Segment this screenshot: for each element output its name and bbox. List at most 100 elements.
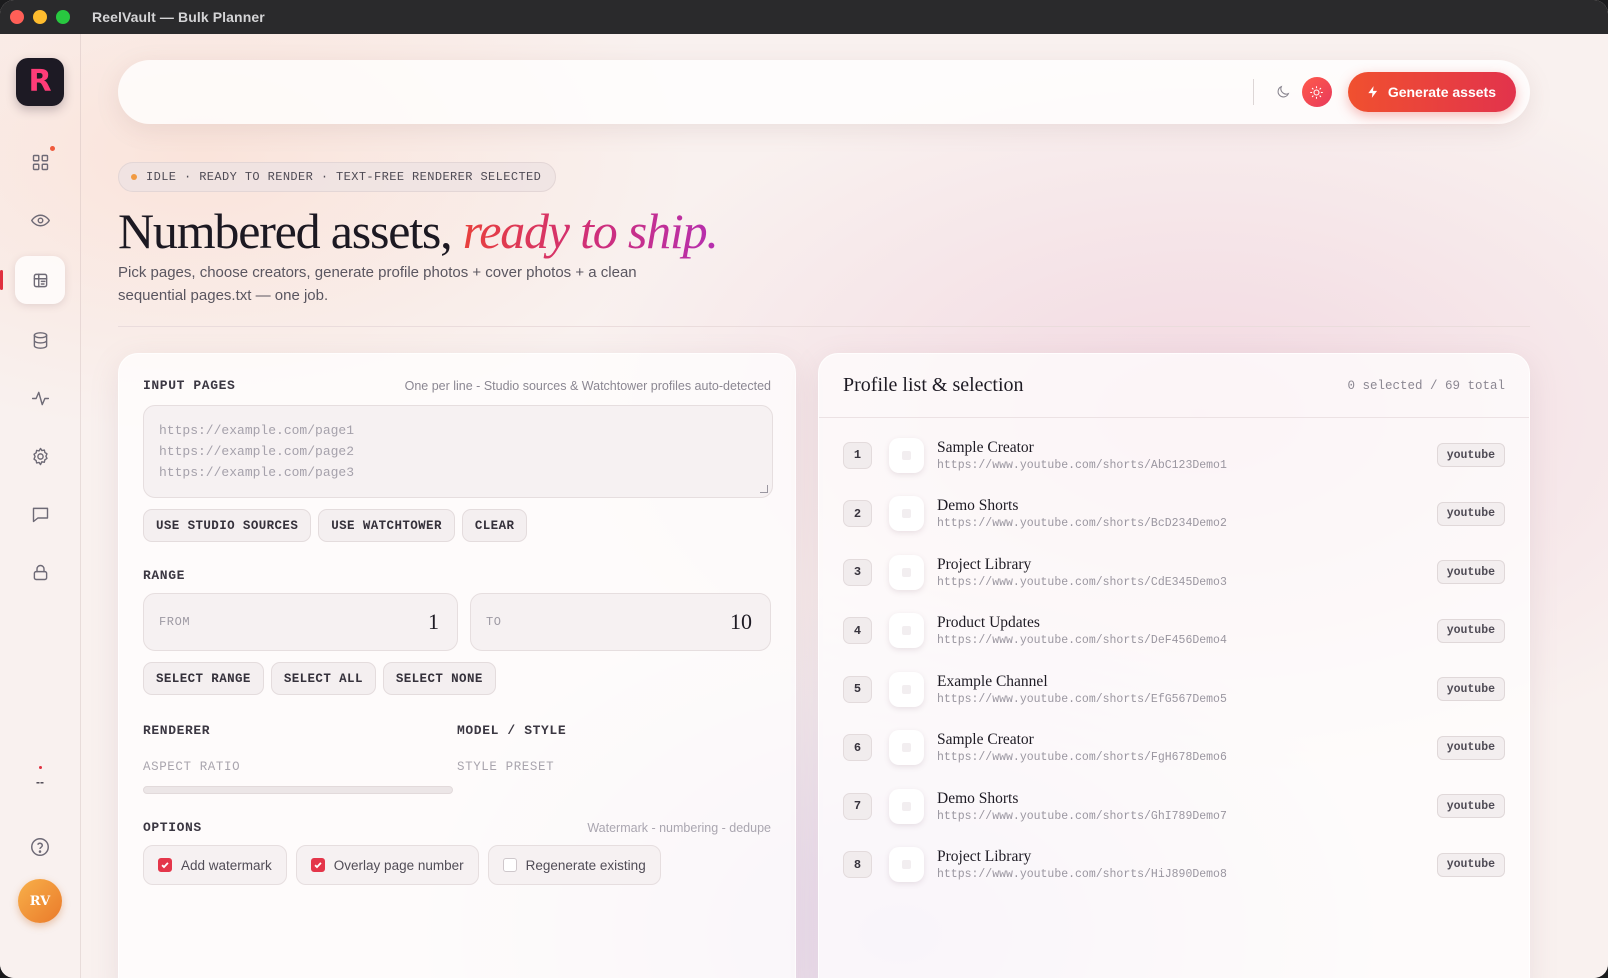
sidebar-item-messages[interactable] [15, 492, 65, 536]
profile-name: Project Library [937, 848, 1032, 866]
model-style-label: MODEL / STYLE [457, 723, 567, 738]
use-watchtower-button[interactable]: USE WATCHTOWER [318, 509, 455, 542]
topbar-divider [1252, 79, 1254, 105]
profile-url: https://www.youtube.com/shorts/EfG567Dem… [937, 692, 1227, 706]
sidebar-item-activity[interactable] [15, 376, 65, 420]
profile-list-header: Profile list & selection 0 selected / 69… [819, 354, 1529, 418]
profile-name: Example Channel [937, 672, 1048, 690]
profile-row[interactable]: 4 Product Updates https://www.youtube.com/… [843, 602, 1505, 661]
zoom-window-button[interactable] [56, 10, 70, 24]
sidebar-item-bulk-planner[interactable] [0, 256, 65, 304]
profile-info: Project Library https://www.youtube.com/s… [937, 848, 1437, 881]
overlay-page-number-option[interactable]: Overlay page number [295, 845, 479, 885]
regenerate-existing-label: Regenerate existing [525, 857, 646, 873]
range-from-input[interactable]: FROM 1 [143, 593, 458, 651]
renderer-column: RENDERER ASPECT RATIO [143, 723, 457, 794]
app-window: ReelVault — Bulk Planner R -- RV Generat… [0, 0, 1608, 978]
sidebar-item-security[interactable] [15, 550, 65, 594]
profile-list: 1 Sample Creator https://www.youtube.com/s… [819, 426, 1529, 894]
profile-name: Product Updates [937, 614, 1040, 632]
app-logo[interactable]: R [16, 58, 64, 106]
resize-handle[interactable] [760, 485, 768, 493]
profile-info: Sample Creator https://www.youtube.com/sh… [937, 731, 1437, 764]
generate-assets-button[interactable]: Generate assets [1347, 72, 1516, 112]
page-title: Numbered assets, ready to ship. [118, 202, 719, 260]
options-label: OPTIONS [143, 820, 202, 835]
profile-number: 7 [843, 792, 872, 820]
range-to-input[interactable]: TO 10 [469, 593, 771, 651]
help-icon [31, 838, 49, 856]
sidebar-nav [0, 140, 65, 594]
platform-badge: youtube [1436, 735, 1505, 760]
light-mode-button[interactable] [1301, 77, 1332, 107]
sidebar-item-settings[interactable] [15, 434, 65, 478]
mini-status-label: -- [36, 775, 44, 789]
model-column: MODEL / STYLE STYLE PRESET [457, 723, 771, 794]
sidebar-item-watch[interactable] [15, 198, 65, 242]
status-badge: IDLE · READY TO RENDER · TEXT-FREE RENDE… [118, 162, 557, 192]
profile-row[interactable]: 1 Sample Creator https://www.youtube.com/s… [843, 426, 1505, 485]
thumbnail-placeholder-icon [902, 743, 911, 753]
profile-thumbnail [889, 730, 924, 766]
profile-thumbnail [889, 554, 924, 590]
overlay-page-number-label: Overlay page number [333, 857, 464, 873]
select-all-button[interactable]: SELECT ALL [270, 662, 376, 695]
input-pages-textarea[interactable]: https://example.com/page1 https://exampl… [143, 405, 773, 498]
profile-row[interactable]: 5 Example Channel https://www.youtube.com/… [843, 660, 1505, 719]
dark-mode-button[interactable] [1268, 77, 1298, 107]
platform-badge: youtube [1436, 794, 1505, 819]
profile-number: 8 [843, 851, 872, 879]
sidebar-item-database[interactable] [15, 318, 65, 362]
profile-info: Demo Shorts https://www.youtube.com/short… [937, 497, 1437, 530]
regenerate-existing-checkbox[interactable] [502, 858, 517, 872]
lock-icon [33, 564, 47, 580]
page-title-plain: Numbered assets, [118, 203, 463, 259]
placeholder-line: https://example.com/page1 [159, 423, 355, 438]
profile-number: 1 [843, 441, 872, 469]
input-pages-hint: One per line - Studio sources & Watchtow… [404, 378, 771, 393]
profile-row[interactable]: 3 Project Library https://www.youtube.com/… [843, 543, 1505, 602]
options-header: OPTIONS Watermark - numbering - dedupe [143, 820, 771, 835]
close-window-button[interactable] [10, 10, 24, 24]
sun-icon [1310, 85, 1324, 99]
user-avatar[interactable]: RV [18, 879, 62, 923]
profile-row[interactable]: 6 Sample Creator https://www.youtube.com/s… [843, 719, 1505, 778]
database-icon [33, 331, 47, 349]
regenerate-existing-option[interactable]: Regenerate existing [487, 845, 661, 885]
hero-divider [118, 326, 1530, 327]
platform-badge: youtube [1436, 677, 1505, 702]
thumbnail-placeholder-icon [902, 509, 911, 519]
top-bar: Generate assets [118, 60, 1530, 124]
aspect-ratio-select[interactable] [143, 786, 453, 794]
profile-row[interactable]: 2 Demo Shorts https://www.youtube.com/shor… [843, 485, 1505, 544]
profile-thumbnail [889, 788, 924, 824]
platform-badge: youtube [1436, 560, 1505, 585]
input-pages-header: INPUT PAGES One per line - Studio source… [143, 378, 771, 393]
status-text: IDLE · READY TO RENDER · TEXT-FREE RENDE… [146, 170, 542, 184]
check-icon [161, 862, 169, 869]
profile-info: Sample Creator https://www.youtube.com/sh… [937, 439, 1437, 472]
theme-toggle[interactable] [1268, 77, 1332, 107]
profile-url: https://www.youtube.com/shorts/DeF456Dem… [937, 634, 1227, 648]
placeholder-line: https://example.com/page2 [159, 444, 355, 459]
profile-row[interactable]: 7 Demo Shorts https://www.youtube.com/shor… [843, 777, 1505, 836]
sidebar-item-dashboard[interactable] [15, 140, 65, 184]
select-none-button[interactable]: SELECT NONE [382, 662, 496, 695]
app-content: R -- RV Generate assets IDLE · READY TO … [0, 34, 1608, 978]
add-watermark-checkbox[interactable] [158, 858, 172, 872]
minimize-window-button[interactable] [33, 10, 47, 24]
selection-count: 0 selected / 69 total [1347, 378, 1505, 393]
logo-letter: R [28, 64, 52, 99]
use-studio-sources-button[interactable]: USE STUDIO SOURCES [143, 509, 312, 542]
overlay-page-number-checkbox[interactable] [310, 858, 325, 872]
profile-number: 2 [843, 500, 872, 528]
add-watermark-option[interactable]: Add watermark [143, 845, 287, 885]
help-button[interactable] [29, 836, 51, 858]
profile-url: https://www.youtube.com/shorts/HiJ890Dem… [937, 868, 1227, 882]
style-preset-label: STYLE PRESET [457, 760, 555, 774]
profile-row[interactable]: 8 Project Library https://www.youtube.com/… [843, 836, 1505, 895]
profile-info: Demo Shorts https://www.youtube.com/short… [937, 790, 1437, 823]
select-range-button[interactable]: SELECT RANGE [143, 662, 264, 695]
chat-icon [32, 507, 48, 522]
clear-button[interactable]: CLEAR [461, 509, 528, 542]
